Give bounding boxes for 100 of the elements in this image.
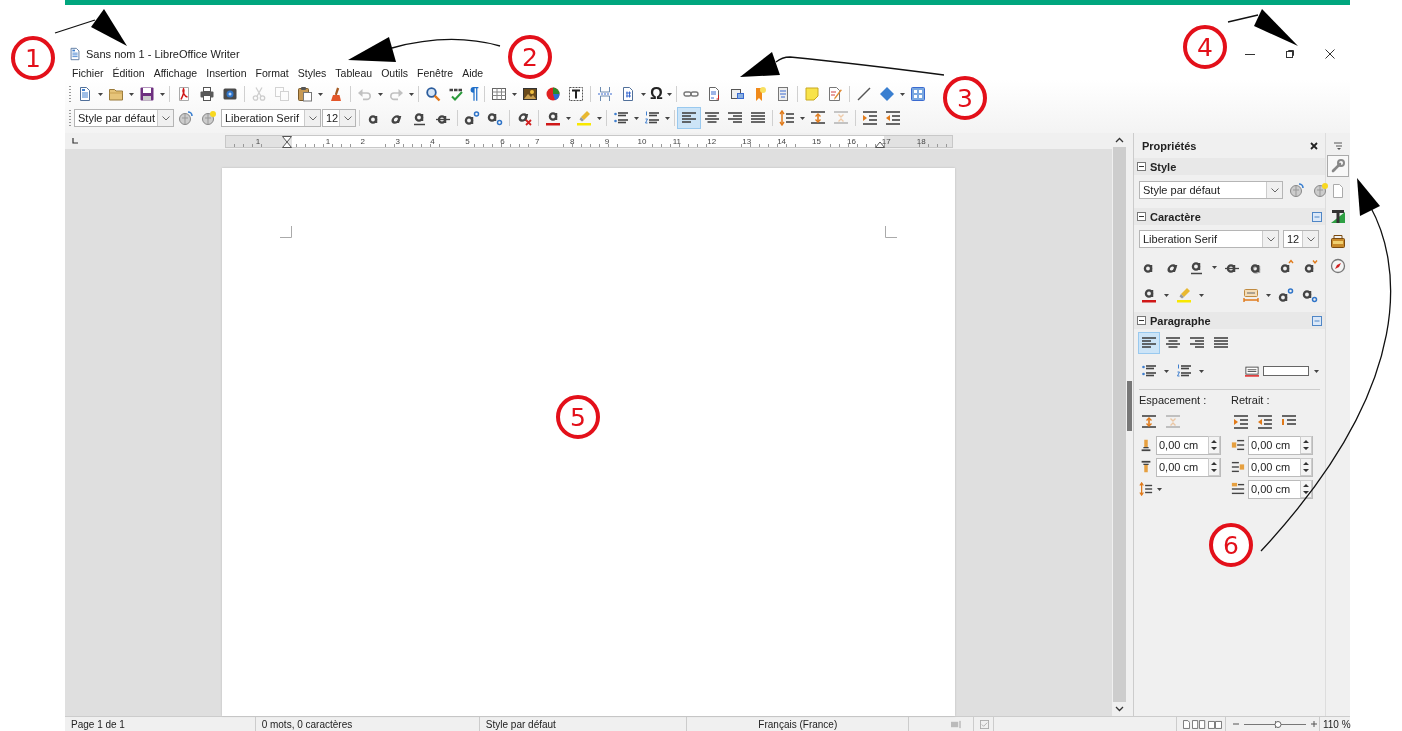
menu-item[interactable]: Affichage — [153, 66, 198, 79]
collapse-icon[interactable] — [1137, 162, 1146, 171]
multi-page-icon[interactable] — [1191, 719, 1206, 729]
slider-thumb[interactable] — [1274, 720, 1282, 728]
background-color-icon[interactable] — [1245, 365, 1259, 377]
spin-field[interactable]: 0,00 cm — [1156, 435, 1221, 455]
caret-icon[interactable] — [665, 116, 670, 120]
caret-icon[interactable] — [634, 116, 639, 120]
ruler-number: 2 — [360, 135, 365, 147]
dropdown-button[interactable] — [1302, 231, 1318, 247]
document-icon — [68, 47, 82, 61]
size-field[interactable]: 12 — [322, 109, 356, 127]
ruler-number: 13 — [742, 135, 752, 147]
ruler[interactable]: 1 1 2 3 4 5 6 7 8 9 10 11 12 13 14 15 16 17 18 — [225, 134, 953, 148]
style-field[interactable]: Style par défaut — [1139, 181, 1283, 199]
spin-field[interactable]: 0,00 cm — [1248, 435, 1313, 455]
caret-icon[interactable] — [1199, 369, 1204, 373]
zoom-percent[interactable]: 110 % — [1320, 717, 1350, 731]
align-left-icon[interactable] — [678, 108, 700, 128]
menu-item[interactable]: Format — [255, 66, 289, 79]
close-icon[interactable] — [1325, 49, 1335, 59]
caret-icon[interactable] — [597, 116, 602, 120]
section-header[interactable]: Style — [1134, 158, 1325, 175]
style-field[interactable]: Style par défaut — [74, 109, 174, 127]
spinner-icon[interactable] — [1300, 436, 1312, 454]
spinner-icon[interactable] — [1208, 458, 1220, 476]
pilcrow-button[interactable]: ¶ — [468, 84, 481, 104]
caret-icon[interactable] — [800, 116, 805, 120]
dropdown-button[interactable] — [1262, 231, 1278, 247]
size-field[interactable]: 12 — [1283, 230, 1319, 248]
tab-stop-icon[interactable] — [72, 138, 78, 144]
page-style: Style par défaut — [479, 717, 688, 731]
scroll-up-icon[interactable] — [1115, 137, 1124, 143]
dropdown-button[interactable] — [1266, 182, 1282, 198]
caret-icon[interactable] — [1212, 265, 1217, 269]
caret-icon[interactable] — [1164, 293, 1169, 297]
superscript-icon[interactable] — [1276, 285, 1296, 305]
menu-item[interactable]: Aide — [462, 66, 484, 79]
language[interactable]: Français (France) — [687, 717, 910, 731]
caret-icon[interactable] — [318, 92, 323, 96]
collapse-icon[interactable] — [1137, 316, 1146, 325]
ruler-number: 6 — [500, 135, 505, 147]
margin-corner-mark — [885, 226, 897, 238]
more-options-icon[interactable] — [1312, 211, 1322, 222]
wrench-icon[interactable] — [1328, 156, 1348, 176]
globe-star-icon[interactable] — [1311, 180, 1331, 200]
close-icon[interactable] — [1310, 142, 1318, 150]
line-spacing-icon[interactable] — [1139, 482, 1153, 496]
zoom-in-icon[interactable] — [1310, 720, 1319, 728]
caret-icon[interactable] — [566, 116, 571, 120]
omega-button[interactable]: Ω — [647, 84, 665, 104]
caret-icon[interactable] — [129, 92, 134, 96]
menu-item[interactable]: Outils — [381, 66, 408, 79]
caret-icon[interactable] — [1164, 369, 1169, 373]
dropdown-button[interactable] — [157, 110, 173, 126]
window-title: Sans nom 1 - LibreOffice Writer — [86, 48, 240, 60]
spin-field[interactable]: 0,00 cm — [1156, 457, 1221, 477]
spin-field[interactable]: 0,00 cm — [1248, 457, 1313, 477]
menu-item[interactable]: Fichier — [72, 66, 104, 79]
globe-refresh-icon[interactable] — [1287, 180, 1307, 200]
menu-item[interactable]: Tableau — [335, 66, 373, 79]
caret-icon[interactable] — [160, 92, 165, 96]
color-swatch[interactable] — [1263, 366, 1309, 376]
spin-field[interactable]: 0,00 cm — [1248, 479, 1313, 499]
caret-icon[interactable] — [899, 92, 905, 96]
caret-icon[interactable] — [98, 92, 103, 96]
font-field[interactable]: Liberation Serif — [1139, 230, 1279, 248]
more-options-icon[interactable] — [1312, 315, 1322, 326]
caret-icon[interactable] — [1157, 487, 1162, 491]
ruler-number: 4 — [430, 135, 435, 147]
collapse-icon[interactable] — [1137, 212, 1146, 221]
section-header[interactable]: Paragraphe — [1134, 312, 1325, 329]
dropdown-button[interactable] — [339, 110, 355, 126]
book-view-icon[interactable] — [1207, 719, 1222, 729]
section-header[interactable]: Caractère — [1134, 208, 1325, 225]
menu-item[interactable]: Fenêtre — [417, 66, 454, 79]
menu-item[interactable]: Édition — [112, 66, 145, 79]
compass-icon[interactable] — [1328, 256, 1348, 276]
single-page-icon[interactable] — [1182, 719, 1190, 729]
spinner-icon[interactable] — [1300, 458, 1312, 476]
font-field[interactable]: Liberation Serif — [221, 109, 321, 127]
scroll-down-icon[interactable] — [1115, 706, 1124, 712]
caret-icon[interactable] — [511, 92, 517, 96]
menu-item[interactable]: Insertion — [206, 66, 247, 79]
caret-icon[interactable] — [1314, 369, 1319, 373]
align-left-icon[interactable] — [1139, 333, 1159, 353]
dropdown-button[interactable] — [304, 110, 320, 126]
scroll-thumb[interactable] — [1113, 147, 1126, 702]
menu-item[interactable]: Styles — [297, 66, 327, 79]
spinner-icon[interactable] — [1208, 436, 1220, 454]
indent-increase-icon[interactable] — [1231, 412, 1251, 432]
margin-corner-mark — [280, 226, 292, 238]
restore-icon[interactable] — [1285, 49, 1295, 59]
indent-decrease-icon[interactable] — [1255, 412, 1275, 432]
caret-icon[interactable] — [640, 92, 646, 96]
indent-marker-icon[interactable] — [282, 135, 292, 148]
caret-icon[interactable] — [666, 92, 672, 96]
caret-icon[interactable] — [1199, 293, 1204, 297]
spinner-icon[interactable] — [1300, 480, 1312, 498]
caret-icon[interactable] — [1266, 293, 1271, 297]
